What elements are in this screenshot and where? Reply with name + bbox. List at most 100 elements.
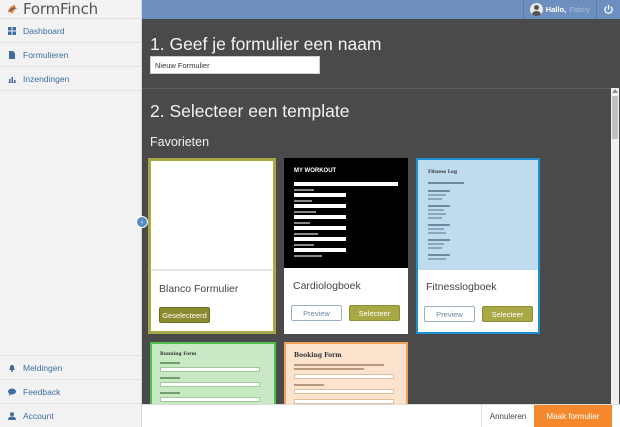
sidebar-item-formulieren[interactable]: Formulieren [0, 43, 141, 67]
thumb-field [294, 193, 346, 197]
document-icon [9, 50, 15, 59]
template-card-blanco[interactable]: Blanco Formulier Geselecteerd [148, 158, 276, 334]
thumb-line [428, 182, 464, 184]
template-thumbnail [151, 161, 273, 271]
thumb-title: Fitness Log [428, 170, 458, 175]
brand[interactable]: FormFinch [0, 0, 141, 19]
sidebar-item-label: Meldingen [23, 362, 63, 373]
thumb-line [428, 258, 446, 260]
thumb-label [294, 211, 316, 213]
selected-button[interactable]: Geselecteerd [159, 307, 210, 323]
thumb-line [428, 205, 450, 207]
template-card-booking[interactable]: Booking Form [284, 342, 408, 404]
thumb-line [428, 228, 444, 230]
sidebar: FormFinch Dashboard Formulieren Inzendin… [0, 0, 142, 427]
thumb-line [294, 368, 364, 370]
sidebar-item-label: Dashboard [23, 25, 65, 36]
sidebar-item-account[interactable]: Account [0, 403, 141, 427]
thumb-field [160, 397, 260, 402]
favorites-heading: Favorieten [150, 135, 210, 149]
chart-icon [8, 76, 16, 83]
thumb-field [294, 237, 346, 241]
thumb-field [160, 367, 260, 372]
sidebar-item-label: Formulieren [23, 49, 69, 60]
preview-button[interactable]: Preview [424, 306, 475, 322]
thumb-label [294, 222, 310, 224]
sidebar-item-inzendingen[interactable]: Inzendingen [0, 67, 141, 91]
dashboard-icon [8, 26, 16, 35]
thumb-line [428, 239, 450, 241]
bell-icon [9, 364, 15, 372]
sidebar-bottom: Meldingen Feedback Account [0, 355, 141, 427]
avatar [529, 3, 543, 16]
sidebar-item-meldingen[interactable]: Meldingen [0, 355, 141, 379]
thumb-label [294, 233, 318, 235]
thumb-field [294, 182, 398, 186]
thumb-line [160, 377, 180, 379]
select-button[interactable]: Selecteer [349, 305, 400, 321]
scroll-up-icon[interactable] [612, 89, 618, 93]
thumb-line [160, 362, 180, 364]
thumb-field [294, 389, 394, 394]
thumb-line [428, 209, 444, 211]
thumb-field [294, 204, 346, 208]
bottom-bar: Annuleren Maak formulier [142, 404, 620, 427]
thumb-title: Running Form [160, 352, 197, 357]
form-name-input[interactable] [150, 56, 320, 74]
power-icon [604, 4, 613, 14]
sidebar-collapse-button[interactable]: ‹ [136, 216, 148, 228]
sidebar-item-dashboard[interactable]: Dashboard [0, 19, 141, 43]
preview-button[interactable]: Preview [291, 305, 342, 321]
thumb-line [428, 254, 450, 256]
sidebar-item-label: Feedback [23, 386, 61, 397]
thumb-title: Booking Form [294, 352, 342, 359]
thumb-line [428, 190, 450, 192]
thumb-field [294, 226, 346, 230]
greeting: Hallo, [545, 5, 567, 14]
thumb-field [160, 382, 260, 387]
main-content: 1. Geef je formulier een naam 2. Selecte… [142, 19, 610, 404]
thumb-label [294, 244, 314, 246]
step1-title: 1. Geef je formulier een naam [150, 34, 382, 54]
thumb-field [294, 374, 394, 379]
top-bar: Hallo, Fabny [142, 0, 620, 19]
thumb-line [294, 384, 324, 386]
scrollbar[interactable] [611, 88, 619, 404]
create-form-button[interactable]: Maak formulier [534, 405, 612, 427]
template-card-fitnesslogboek[interactable]: Fitness Log Fitnesslogboek Preview Selec… [416, 158, 540, 334]
formfinch-logo-icon [7, 4, 18, 14]
chat-icon [8, 388, 16, 396]
thumb-line [428, 198, 442, 200]
thumb-line [428, 243, 444, 245]
username: Fabny [569, 5, 590, 14]
thumb-label [294, 255, 322, 257]
sidebar-item-feedback[interactable]: Feedback [0, 379, 141, 403]
thumb-label [294, 200, 312, 202]
select-button[interactable]: Selecteer [482, 306, 533, 322]
sidebar-item-label: Inzendingen [23, 73, 70, 84]
divider [142, 88, 610, 89]
thumb-field [294, 215, 346, 219]
template-title: Cardiologboek [293, 280, 361, 292]
brand-name: FormFinch [23, 0, 98, 18]
thumb-line [428, 232, 446, 234]
template-card-cardiologboek[interactable]: MY WORKOUT Cardiologboek Preview Selecte… [284, 158, 408, 334]
template-card-running[interactable]: Running Form [150, 342, 276, 404]
user-menu[interactable]: Hallo, Fabny [522, 0, 597, 19]
chevron-left-icon: ‹ [140, 218, 144, 226]
template-title: Blanco Formulier [159, 283, 239, 295]
thumb-line [294, 364, 384, 366]
thumb-line [428, 213, 446, 215]
step2-title: 2. Selecteer een template [150, 101, 350, 121]
template-thumbnail: MY WORKOUT [284, 158, 408, 268]
logout-button[interactable] [601, 2, 616, 17]
thumb-title: MY WORKOUT [294, 168, 337, 174]
user-icon [8, 411, 16, 420]
thumb-line [428, 224, 450, 226]
thumb-line [428, 247, 442, 249]
scroll-thumb[interactable] [612, 96, 618, 139]
thumb-field [294, 248, 346, 252]
thumb-line [428, 194, 446, 196]
thumb-line [160, 392, 180, 394]
cancel-button[interactable]: Annuleren [481, 405, 534, 427]
